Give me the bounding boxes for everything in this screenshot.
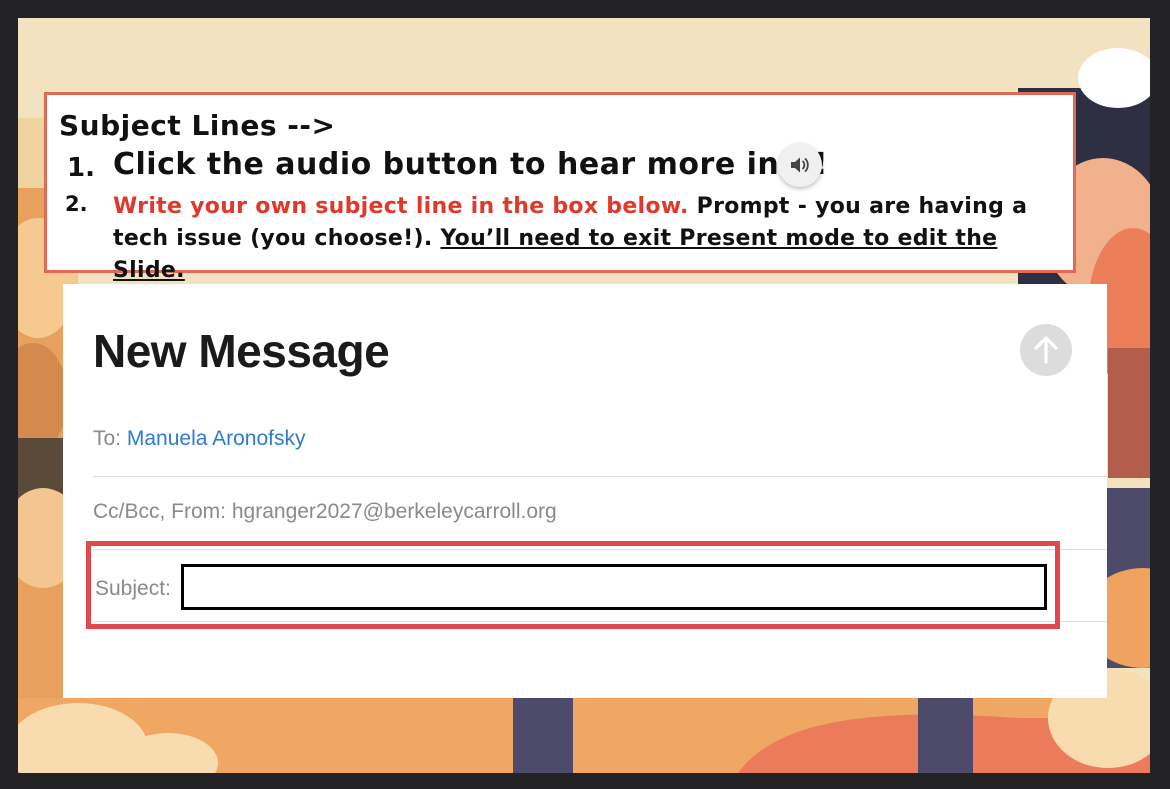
from-address: hgranger2027@berkeleycarroll.org: [231, 500, 557, 523]
cc-from-field[interactable]: Cc/Bcc, From: hgranger2027@berkeleycarro…: [93, 500, 557, 524]
slide-canvas: Subject Lines --> 1. Click the audio but…: [18, 18, 1150, 773]
arrow-up-icon: [1034, 336, 1058, 364]
new-message-panel: New Message To: Manuela Aronofsky Cc/Bcc…: [63, 284, 1107, 698]
instruction-2-highlight: Write your own subject line in the box b…: [113, 194, 689, 219]
item-number-1: 1.: [67, 153, 95, 183]
instructions-title: Subject Lines -->: [59, 109, 336, 142]
cc-from-label: Cc/Bcc, From:: [93, 500, 227, 523]
instruction-2-text: Write your own subject line in the box b…: [113, 191, 1073, 287]
instructions-box: Subject Lines --> 1. Click the audio but…: [44, 92, 1076, 283]
item-number-2: 2.: [65, 192, 88, 216]
subject-input[interactable]: [181, 564, 1047, 610]
recipient-name[interactable]: Manuela Aronofsky: [127, 427, 306, 450]
speaker-icon: [791, 157, 809, 173]
to-field[interactable]: To: Manuela Aronofsky: [93, 427, 305, 451]
subject-label: Subject:: [95, 577, 171, 600]
subject-highlight-frame: Subject:: [86, 541, 1060, 629]
instruction-1-text: Click the audio button to hear more info…: [113, 147, 829, 182]
message-heading: New Message: [93, 325, 390, 377]
divider: [93, 476, 1107, 477]
audio-button[interactable]: [778, 143, 822, 187]
send-button[interactable]: [1020, 324, 1072, 376]
to-label: To:: [93, 427, 122, 450]
